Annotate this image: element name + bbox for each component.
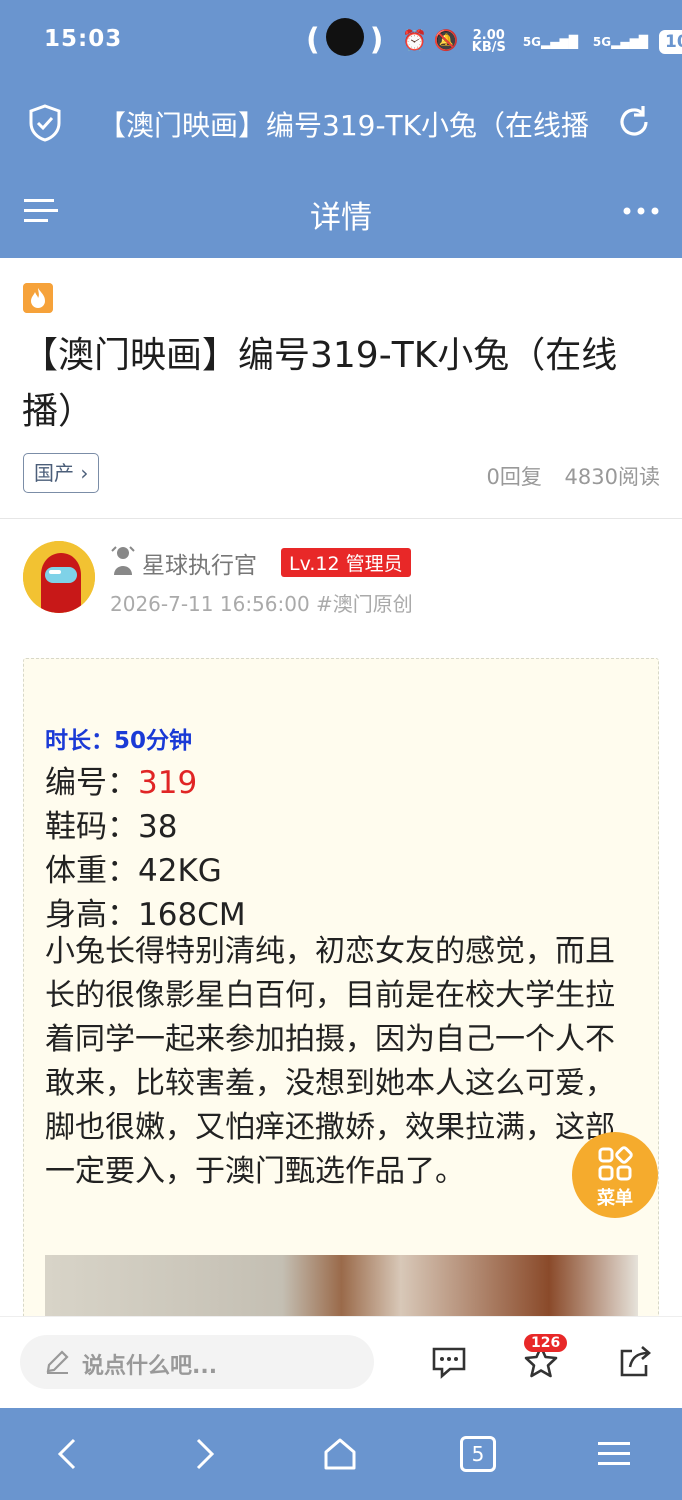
page-title: 详情: [310, 200, 372, 236]
address-bar: 【澳门映画】编号319-TK小兔（在线播）: [0, 80, 682, 166]
post-tag[interactable]: #澳门原创: [316, 592, 413, 616]
duration: 时长：50分钟: [45, 728, 193, 754]
comment-placeholder: 说点什么吧...: [82, 1354, 218, 1379]
pencil-icon: [46, 1350, 69, 1374]
battery-icon: 100: [659, 29, 682, 54]
description: 小兔长得特别清纯，初恋女友的感觉，而且长的很像影星白百何，目前是在校大学生拉着同…: [45, 934, 615, 1189]
shield-check-icon[interactable]: [28, 104, 62, 142]
post-stats: 0回复 4830阅读: [470, 461, 660, 491]
status-time: 15:03: [44, 26, 123, 52]
category-tag[interactable]: 国产 ›: [23, 453, 100, 493]
comment-bar: 说点什么吧...: [0, 1316, 682, 1409]
signal-5g-icon: 5G▂▄▆█: [522, 34, 578, 49]
tabs-button[interactable]: 5: [460, 1436, 496, 1472]
divider: [0, 518, 682, 519]
grid-icon: [598, 1146, 633, 1181]
reply-count: 0回复: [486, 465, 542, 489]
back-icon[interactable]: [50, 1436, 86, 1472]
signal-5g-icon-2: 5G▂▄▆█: [592, 34, 649, 49]
network-speed: 2.00 KB/S: [471, 27, 506, 55]
user-rank-icon: [111, 546, 135, 575]
more-icon[interactable]: [622, 196, 660, 226]
height: 身高：168CM: [45, 897, 246, 933]
avatar[interactable]: [23, 541, 95, 613]
shoe-size: 鞋码：38: [45, 809, 178, 845]
status-icons: ⏰ 🔕 2.00KB/S 5G▂▄▆█ 5G▂▄▆█ 100: [402, 28, 682, 54]
nav-bar: 详情: [0, 166, 682, 258]
forward-icon[interactable]: [186, 1436, 222, 1472]
post-datetime: 2026-7-11 16:56:00: [110, 592, 310, 616]
reload-icon[interactable]: [616, 104, 652, 140]
alarm-icon: ⏰: [402, 28, 427, 52]
post-title: 【澳门映画】编号319-TK小兔（在线播）: [22, 335, 618, 432]
post-content: 时长：50分钟 编号：319 鞋码：38 体重：42KG 身高：168CM 小兔…: [23, 658, 659, 1360]
menu-label: 菜单: [597, 1188, 633, 1209]
home-icon[interactable]: [322, 1436, 358, 1472]
dynamic-island: (): [306, 18, 383, 60]
browser-menu-icon[interactable]: [596, 1436, 632, 1472]
post-meta: 2026-7-11 16:56:00 #澳门原创: [110, 588, 413, 617]
comment-icon[interactable]: [430, 1343, 468, 1381]
view-count: 4830阅读: [564, 465, 660, 489]
menu-fab[interactable]: 菜单: [572, 1132, 658, 1218]
mute-icon: 🔕: [433, 28, 459, 52]
browser-bottom-nav: 5: [0, 1408, 682, 1500]
author-name[interactable]: 星球执行官: [142, 546, 257, 580]
share-icon[interactable]: [616, 1343, 654, 1381]
favorites-badge: 126: [524, 1334, 568, 1352]
hot-fire-icon: [23, 283, 53, 313]
number-line: 编号：319: [45, 765, 198, 801]
level-badge: Lv.12 管理员: [281, 548, 411, 577]
comment-input[interactable]: 说点什么吧...: [20, 1335, 374, 1389]
chevron-right-icon: ›: [80, 461, 89, 485]
page-url-title[interactable]: 【澳门映画】编号319-TK小兔（在线播）: [98, 104, 588, 144]
number-value: 319: [138, 765, 198, 801]
weight: 体重：42KG: [45, 853, 222, 889]
status-bar: 15:03 () ⏰ 🔕 2.00KB/S 5G▂▄▆█ 5G▂▄▆█ 100: [0, 0, 682, 80]
category-label: 国产: [34, 461, 74, 485]
